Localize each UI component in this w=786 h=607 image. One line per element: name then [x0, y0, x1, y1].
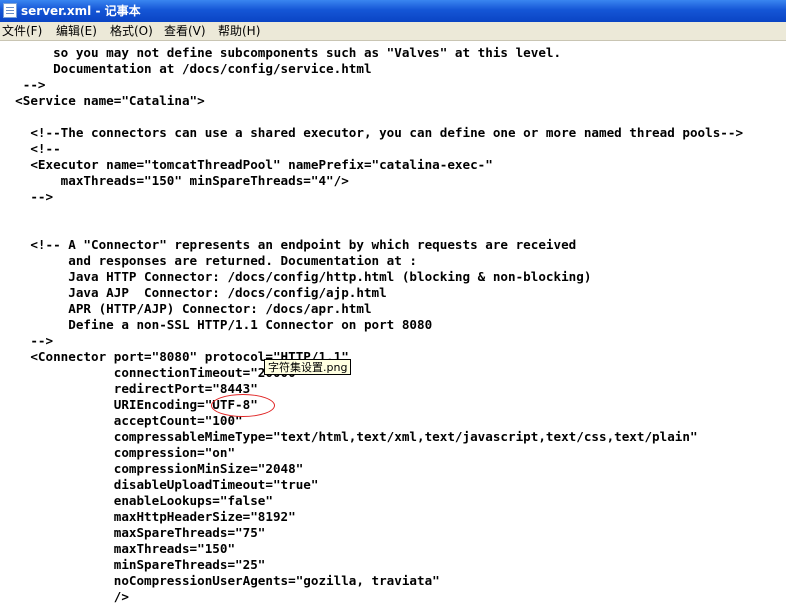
menu-format[interactable]: 格式(O) — [110, 24, 153, 39]
text-line[interactable]: maxThreads="150" minSpareThreads="4"/> — [0, 173, 743, 189]
text-line[interactable]: acceptCount="100" — [0, 413, 743, 429]
menu-file[interactable]: 文件(F) — [2, 24, 42, 39]
text-line[interactable]: enableLookups="false" — [0, 493, 743, 509]
text-line[interactable]: minSpareThreads="25" — [0, 557, 743, 573]
text-line[interactable]: Documentation at /docs/config/service.ht… — [0, 61, 743, 77]
text-line[interactable]: <Connector port="8080" protocol="HTTP/1.… — [0, 349, 743, 365]
notepad-window: server.xml - 记事本 文件(F) 编辑(E) 格式(O) 查看(V)… — [0, 0, 786, 607]
title-bar[interactable]: server.xml - 记事本 — [0, 0, 786, 22]
editor-text[interactable]: so you may not define subcomponents such… — [0, 45, 743, 605]
text-line[interactable]: compression="on" — [0, 445, 743, 461]
menu-view[interactable]: 查看(V) — [164, 24, 206, 39]
text-line[interactable]: URIEncoding="UTF-8" — [0, 397, 743, 413]
text-line[interactable]: <Service name="Catalina"> — [0, 93, 743, 109]
text-line[interactable]: Define a non-SSL HTTP/1.1 Connector on p… — [0, 317, 743, 333]
text-line[interactable]: /> — [0, 589, 743, 605]
filename-tooltip: 字符集设置.png — [264, 359, 352, 375]
text-line[interactable]: noCompressionUserAgents="gozilla, travia… — [0, 573, 743, 589]
text-line[interactable]: compressableMimeType="text/html,text/xml… — [0, 429, 743, 445]
menu-bar: 文件(F) 编辑(E) 格式(O) 查看(V) 帮助(H) — [0, 22, 786, 41]
text-line[interactable]: --> — [0, 189, 743, 205]
text-line[interactable] — [0, 205, 743, 221]
text-line[interactable]: maxHttpHeaderSize="8192" — [0, 509, 743, 525]
text-line[interactable]: Java AJP Connector: /docs/config/ajp.htm… — [0, 285, 743, 301]
text-line[interactable]: so you may not define subcomponents such… — [0, 45, 743, 61]
text-line[interactable] — [0, 109, 743, 125]
text-line[interactable]: disableUploadTimeout="true" — [0, 477, 743, 493]
text-line[interactable]: <!--The connectors can use a shared exec… — [0, 125, 743, 141]
text-line[interactable]: and responses are returned. Documentatio… — [0, 253, 743, 269]
text-line[interactable]: APR (HTTP/AJP) Connector: /docs/apr.html — [0, 301, 743, 317]
text-line[interactable]: <Executor name="tomcatThreadPool" namePr… — [0, 157, 743, 173]
text-line[interactable]: maxSpareThreads="75" — [0, 525, 743, 541]
menu-help[interactable]: 帮助(H) — [218, 24, 260, 39]
text-editor[interactable]: so you may not define subcomponents such… — [0, 41, 786, 607]
text-line[interactable]: maxThreads="150" — [0, 541, 743, 557]
window-title: server.xml - 记事本 — [21, 4, 141, 18]
text-line[interactable]: <!-- A "Connector" represents an endpoin… — [0, 237, 743, 253]
text-line[interactable]: --> — [0, 333, 743, 349]
text-line[interactable]: Java HTTP Connector: /docs/config/http.h… — [0, 269, 743, 285]
text-line[interactable]: --> — [0, 77, 743, 93]
text-line[interactable] — [0, 221, 743, 237]
text-line[interactable]: redirectPort="8443" — [0, 381, 743, 397]
notepad-icon — [3, 3, 17, 18]
text-line[interactable]: connectionTimeout="20000" — [0, 365, 743, 381]
text-line[interactable]: <!-- — [0, 141, 743, 157]
text-line[interactable]: compressionMinSize="2048" — [0, 461, 743, 477]
menu-edit[interactable]: 编辑(E) — [56, 24, 97, 39]
